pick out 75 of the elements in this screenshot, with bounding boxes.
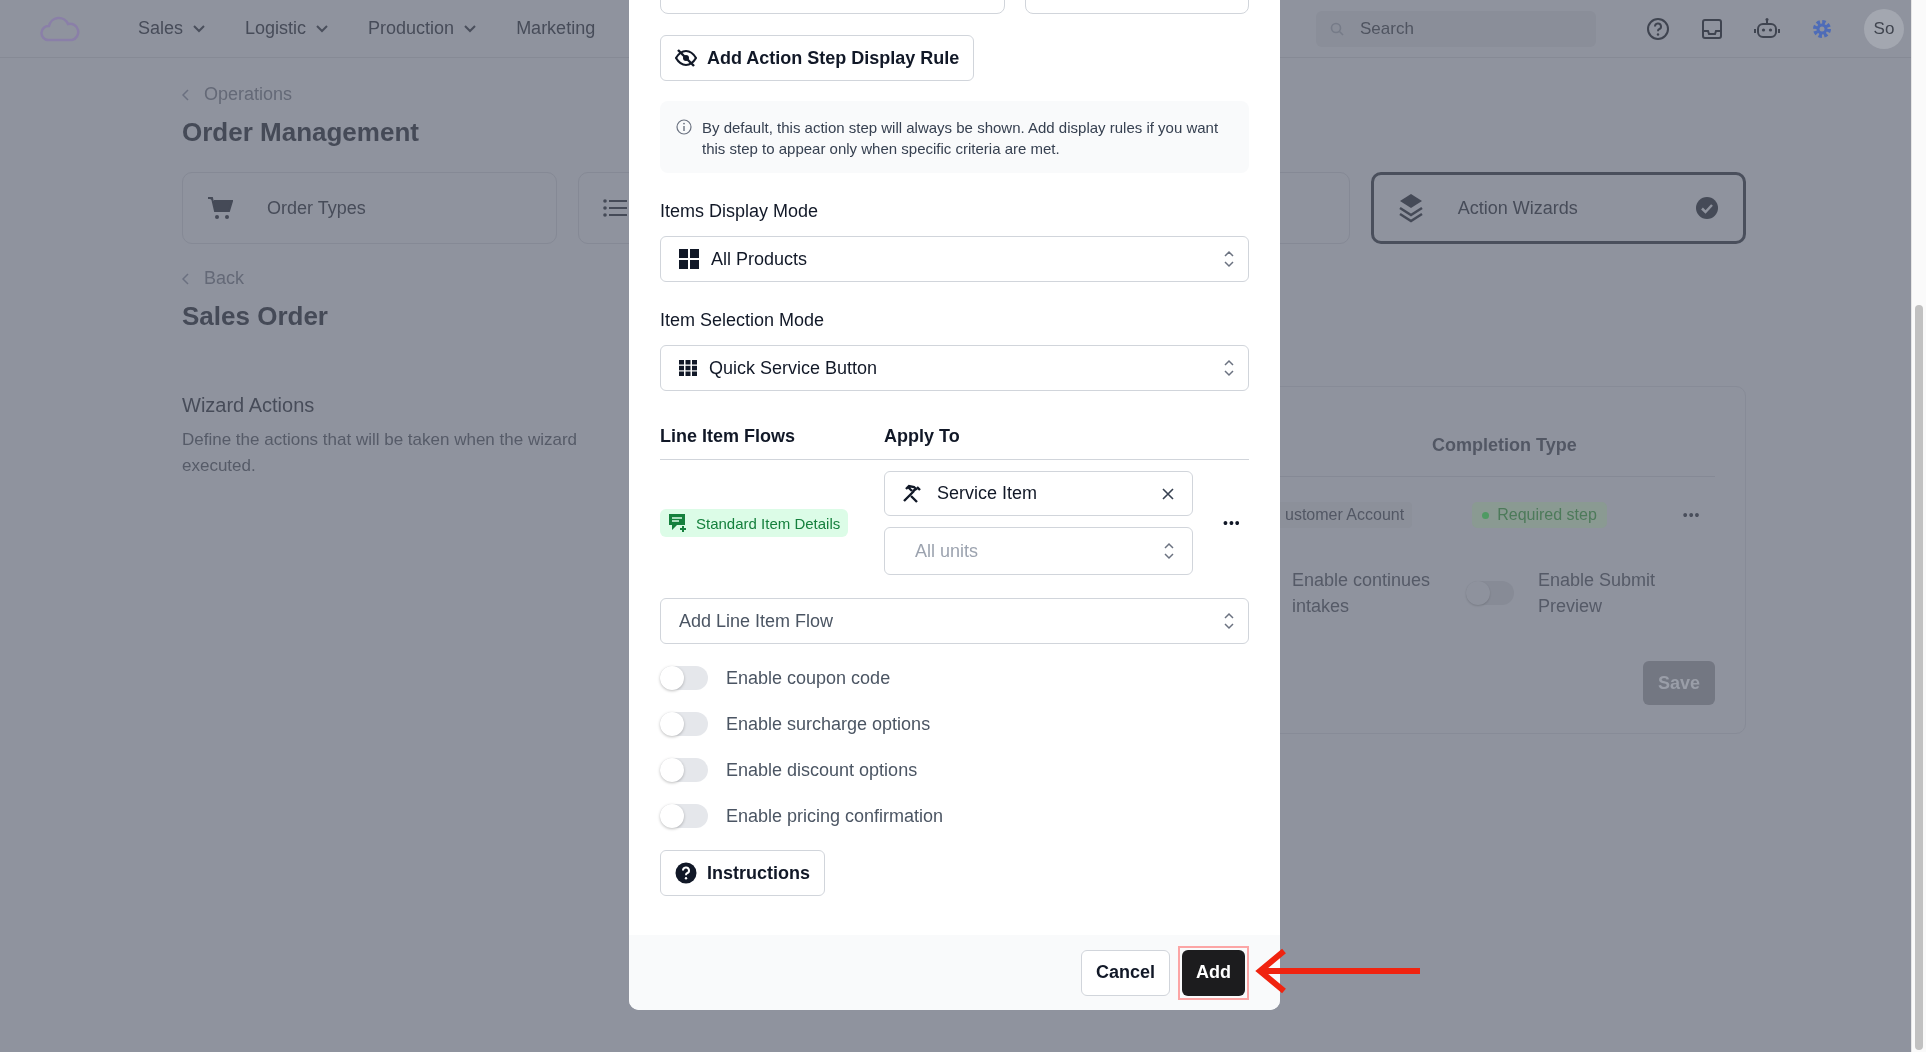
section-title: Sales Order [182,301,328,332]
field-label: Item Selection Mode [660,310,826,331]
selected-value: Service Item [937,483,1038,504]
help-icon[interactable] [1646,16,1670,41]
card-label: Order Types [267,197,366,219]
toggle-label: Enable Submit Preview [1538,569,1657,618]
toggle-label: Enable discount options [726,759,918,781]
chevron-down-icon [193,24,206,33]
chevron-down-icon [464,24,477,33]
category-card[interactable]: Order Types [182,172,558,244]
help-icon [675,862,697,884]
note-add-icon [668,513,688,533]
add-line-item-flow-select[interactable]: Add Line Item Flow [660,598,1249,644]
chevron-up-down-icon [1224,358,1234,378]
robot-icon[interactable] [1754,16,1780,41]
select-field[interactable]: Quick Service Button [660,345,1249,391]
user-avatar[interactable]: So [1864,8,1904,49]
wizard-description: executed. [182,455,257,477]
column-header: Apply To [884,426,960,447]
info-icon [676,119,692,135]
chevron-up-down-icon [1224,249,1234,269]
wizard-description: Define the actions that will be taken when the wizard [182,429,578,451]
category-card[interactable]: Action Wizards [1370,172,1746,244]
placeholder-text: Add Line Item Flow [679,610,834,632]
toggle-label: Enable coupon code [726,667,891,689]
cart-icon [207,195,233,221]
select-value: All Products [711,248,808,270]
page-title: Order Management [182,117,419,148]
layers-icon [1397,193,1424,223]
nav-menu-item[interactable]: Logistic [245,18,329,39]
column-header: Completion Type [1432,435,1577,456]
info-text: By default, this action step will always be shown. Add display rules if you want this step to appear only when specific criteria are met. [702,118,1220,159]
close-icon[interactable] [1162,487,1174,500]
placeholder-text: All units [915,540,979,562]
eye-off-icon [675,49,697,67]
tools-icon [901,483,923,504]
inbox-icon[interactable] [1700,16,1724,41]
nav-menu-item[interactable]: Marketing [516,18,596,39]
units-select[interactable]: All units [884,527,1193,575]
toggle-switch[interactable] [660,712,708,736]
add-display-rule-button[interactable]: Add Action Step Display Rule [660,35,975,81]
chevron-left-icon [182,272,190,285]
wizard-actions-title: Wizard Actions [182,394,316,417]
grid-icon [679,360,697,376]
instructions-button[interactable]: Instructions [660,850,825,896]
check-circle-icon [1695,196,1719,220]
more-options-button[interactable]: ••• [1676,506,1707,524]
toggle-switch[interactable] [660,666,708,690]
status-badge: Required step [1472,502,1607,528]
nav-menu-item[interactable]: Production [368,18,477,39]
column-header: Line Item Flows [660,426,797,447]
chevron-left-icon [182,88,190,101]
toggle-label: Enable continues intakes [1292,569,1432,618]
search-field[interactable]: Search [1316,10,1596,47]
chevron-down-icon [316,24,329,33]
select-value: Quick Service Button [709,357,878,379]
select-field[interactable]: All Products [660,236,1249,282]
chevron-up-down-icon [1164,541,1174,561]
card-label: Action Wizards [1457,197,1578,219]
nav-menu-item[interactable]: Sales [138,18,206,39]
scrollbar-thumb[interactable] [1915,305,1923,1050]
toggle-switch[interactable] [660,758,708,782]
account-tag: ustomer Account [1277,502,1413,528]
toggle-switch[interactable] [660,804,708,828]
more-options-button[interactable]: ••• [1217,514,1247,532]
cancel-button[interactable]: Cancel [1080,949,1170,996]
grid-icon [679,249,699,269]
chevron-up-down-icon [1224,611,1234,631]
toggle-label: Enable pricing confirmation [726,805,944,827]
field-label: Items Display Mode [660,201,820,222]
flow-badge: Standard Item Details [660,509,849,537]
add-button[interactable]: Add [1182,949,1245,996]
apply-to-field[interactable]: Service Item [884,471,1193,516]
toggle-label: Enable surcharge options [726,713,931,735]
list-icon [603,198,628,218]
